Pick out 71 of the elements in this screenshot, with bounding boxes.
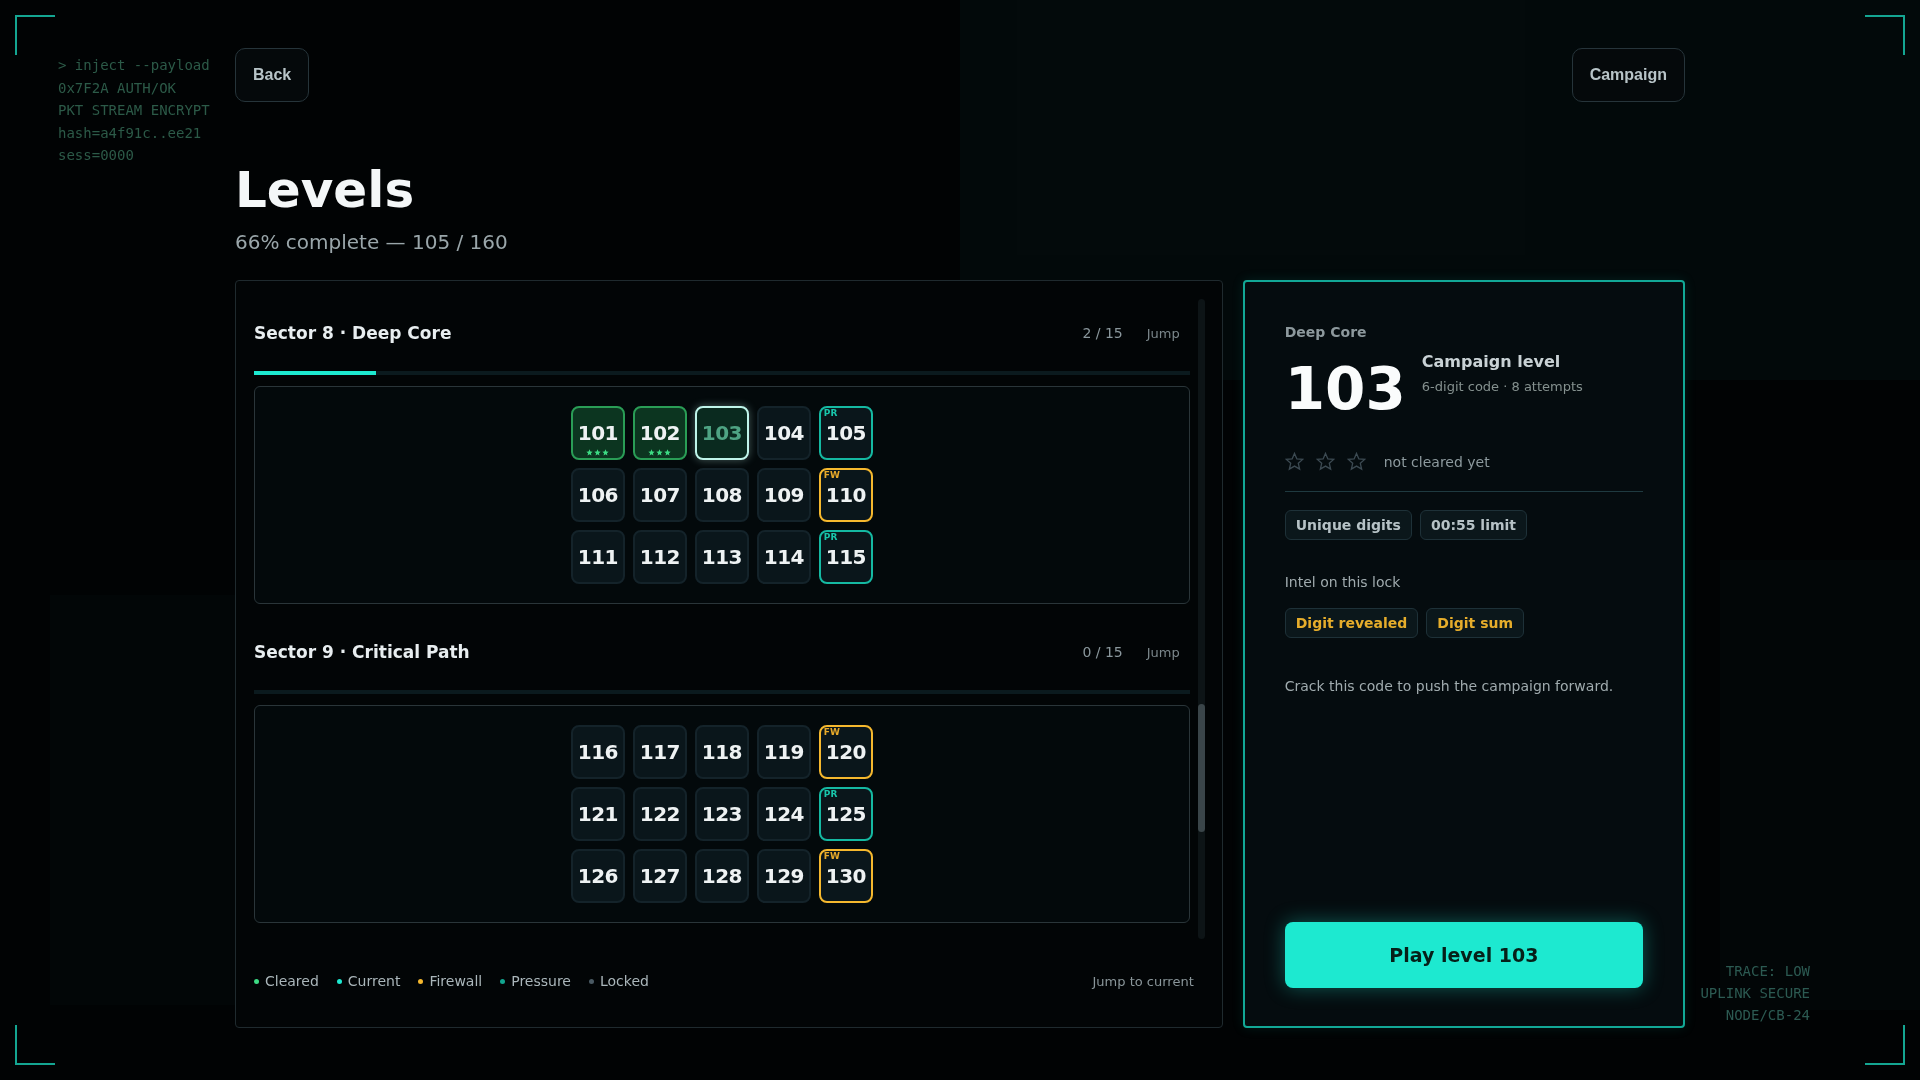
legend-label: Current <box>347 973 401 989</box>
level-tile[interactable]: 108 <box>694 468 749 522</box>
status-line: NODE/CB-24 <box>1724 1006 1810 1025</box>
corner-bracket-icon <box>1865 1025 1905 1065</box>
intel-label: Intel on this lock <box>1284 574 1402 590</box>
legend-label: Pressure <box>511 973 571 989</box>
level-tile[interactable]: 117 <box>632 725 687 779</box>
sector-name: Deep Core <box>1284 324 1368 340</box>
terminal-line: PKT STREAM ENCRYPT <box>58 101 210 120</box>
intel-tag: Digit sum <box>1426 608 1525 638</box>
level-tile[interactable]: 112 <box>632 530 687 584</box>
level-tile[interactable]: 113 <box>694 530 749 584</box>
corner-bracket-icon <box>15 1025 55 1065</box>
legend-label: Locked <box>600 973 649 989</box>
terminal-line: 0x7F2A AUTH/OK <box>58 78 177 98</box>
intel-tag: Digit revealed <box>1284 608 1419 638</box>
level-tile[interactable]: 106 <box>570 468 625 522</box>
corner-bracket-icon <box>1865 15 1905 55</box>
legend-label: Cleared <box>265 973 319 989</box>
level-tile[interactable]: 119 <box>756 725 811 779</box>
jump-link[interactable]: Jump <box>1146 325 1180 341</box>
scrollbar[interactable] <box>1197 299 1205 939</box>
level-tile[interactable]: FW 120 <box>818 725 873 779</box>
level-tile[interactable]: 126 <box>570 849 625 903</box>
campaign-button[interactable]: Campaign <box>1571 48 1685 102</box>
terminal-line: hash=a4f91c..ee21 <box>58 123 203 143</box>
level-tile[interactable]: 118 <box>694 725 749 779</box>
level-tile[interactable]: 127 <box>632 849 687 903</box>
jump-to-current-link[interactable]: Jump to current <box>1092 973 1194 989</box>
play-button[interactable]: Play level 103 <box>1284 922 1643 988</box>
level-tile[interactable]: PR 115 <box>818 530 873 584</box>
level-tile[interactable]: 111 <box>570 530 625 584</box>
terminal-line: > inject --payload <box>58 56 210 75</box>
sector-count: 2 / 15 <box>1082 325 1123 341</box>
level-tile[interactable]: 128 <box>694 849 749 903</box>
level-description: Crack this code to push the campaign forward. <box>1284 678 1615 694</box>
terminal-line: sess=0000 <box>58 146 135 165</box>
level-tile[interactable]: 116 <box>570 725 625 779</box>
level-tile[interactable]: 122 <box>632 787 687 841</box>
level-tile[interactable]: 124 <box>756 787 811 841</box>
level-meta: 6-digit code · 8 attempts <box>1421 379 1583 394</box>
level-tile[interactable]: 114 <box>756 530 811 584</box>
level-tile[interactable]: 101 <box>570 406 625 460</box>
back-button[interactable]: Back <box>235 48 310 102</box>
legend-label: Firewall <box>429 973 483 989</box>
corner-bracket-icon <box>15 15 55 55</box>
status-line: TRACE: LOW <box>1724 962 1810 981</box>
level-number: 103 <box>1284 360 1406 418</box>
sector-count: 0 / 15 <box>1082 644 1123 660</box>
level-tile[interactable]: 123 <box>694 787 749 841</box>
level-tile[interactable]: PR 105 <box>818 406 873 460</box>
level-tile[interactable]: 102 <box>632 406 687 460</box>
sector-title: Sector 8 · Deep Core <box>254 323 453 343</box>
level-tile[interactable]: 107 <box>632 468 687 522</box>
rule-tag: 00:55 limit <box>1419 510 1528 540</box>
level-tile[interactable]: PR 125 <box>818 787 873 841</box>
status-line: UPLINK SECURE <box>1700 984 1810 1003</box>
level-tile[interactable]: FW 130 <box>818 849 873 903</box>
sector-title: Sector 9 · Critical Path <box>254 642 471 662</box>
level-tile[interactable]: 129 <box>756 849 811 903</box>
stars-note: not cleared yet <box>1383 453 1490 470</box>
level-type: Campaign level <box>1421 352 1562 371</box>
level-tile[interactable]: 109 <box>756 468 811 522</box>
level-tile[interactable]: 121 <box>570 787 625 841</box>
level-tile[interactable]: FW 110 <box>818 468 873 522</box>
rule-tag: Unique digits <box>1284 510 1412 540</box>
level-tile[interactable]: 104 <box>756 406 811 460</box>
level-tile[interactable]: 103 <box>694 406 749 460</box>
jump-link[interactable]: Jump <box>1146 644 1180 660</box>
page-title: Levels <box>235 160 416 220</box>
progress-summary: 66% complete — 105 / 160 <box>235 230 509 254</box>
